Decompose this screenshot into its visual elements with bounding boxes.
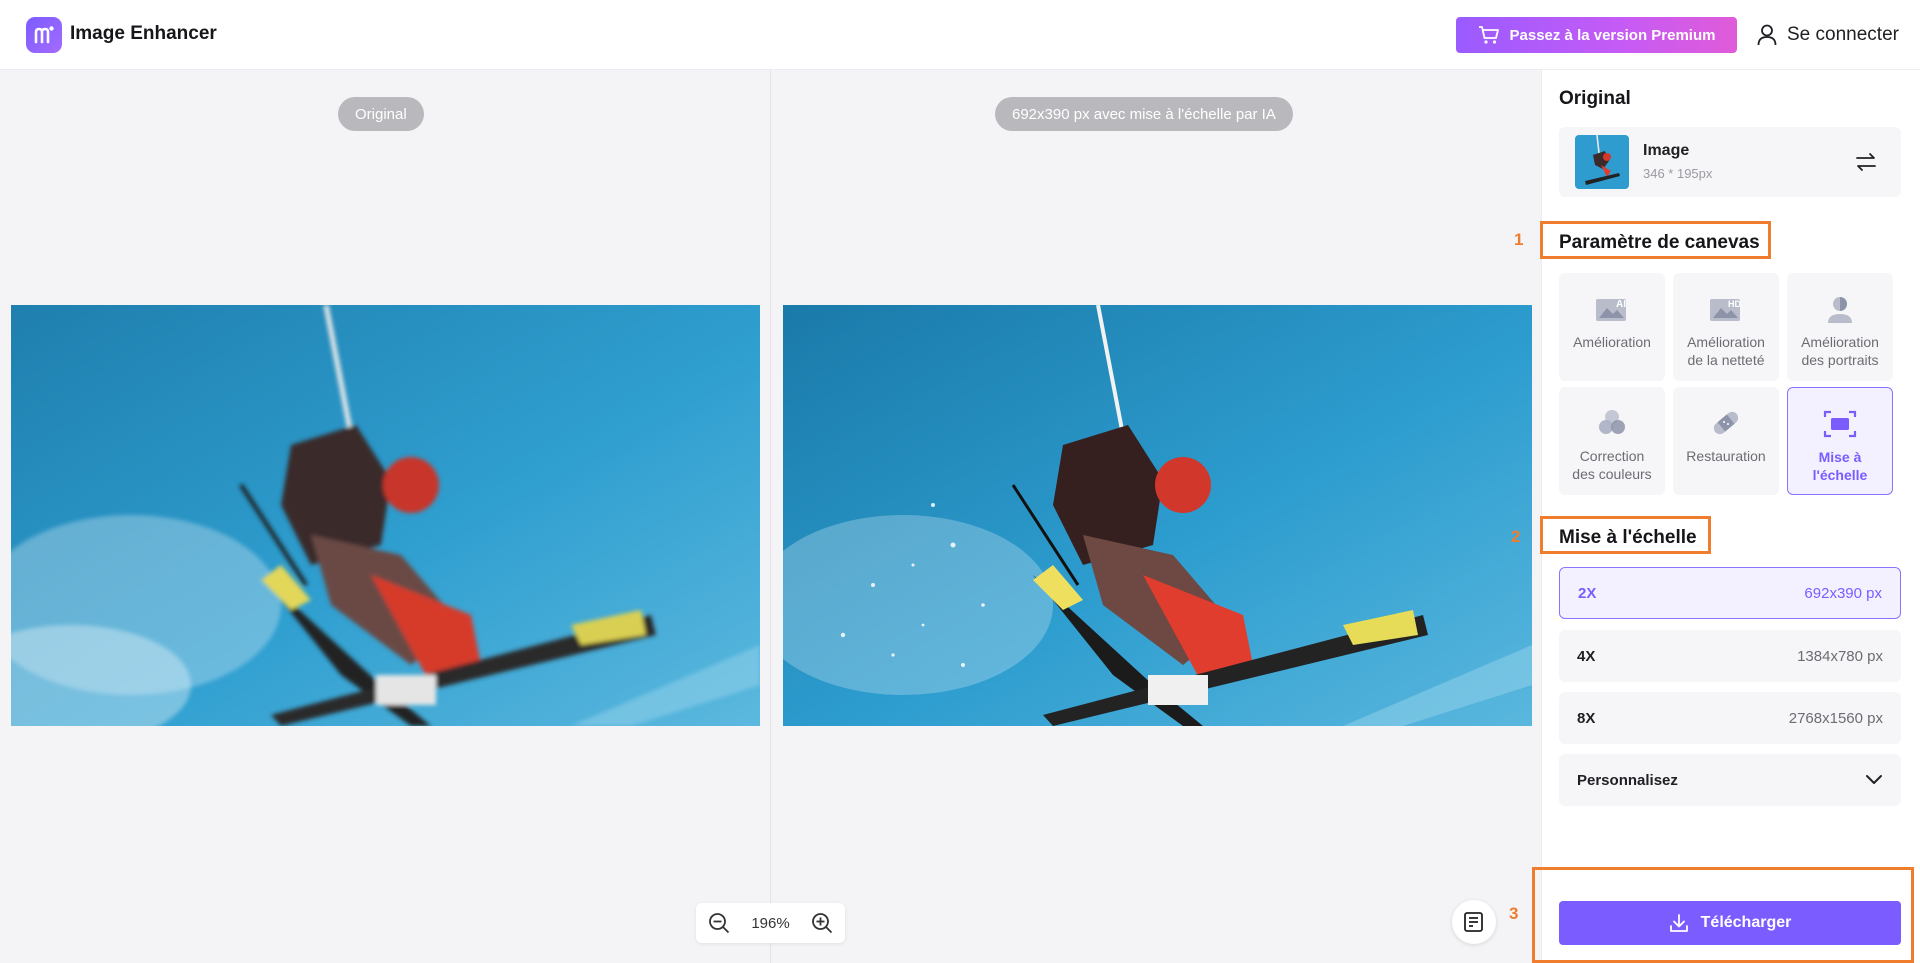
portrait-icon — [1828, 297, 1852, 323]
scale-size: 1384x780 px — [1797, 647, 1883, 665]
feedback-button[interactable] — [1452, 900, 1496, 944]
tool-enhancement[interactable]: AI Amélioration — [1559, 273, 1665, 381]
hd-image-icon: HD — [1710, 299, 1741, 321]
canvas-settings-title: Paramètre de canevas — [1559, 232, 1760, 253]
note-edit-icon — [1464, 912, 1483, 932]
top-bar: Image Enhancer Passez à la version Premi… — [0, 0, 1920, 70]
annotation-number-1: 1 — [1514, 230, 1524, 249]
tool-label: Mise à l'échelle — [1812, 449, 1868, 483]
original-section-title: Original — [1559, 88, 1631, 109]
result-label-pill: 692x390 px avec mise à l'échelle par IA — [995, 97, 1293, 131]
image-thumbnail — [1575, 135, 1629, 189]
tool-color-correction[interactable]: Correction des couleurs — [1559, 387, 1665, 495]
scale-option-custom[interactable]: Personnalisez — [1559, 754, 1901, 806]
upscale-icon — [1823, 410, 1857, 438]
scale-factor: 8X — [1577, 709, 1596, 727]
image-dimensions: 346 * 195px — [1643, 166, 1713, 181]
bandage-icon — [1713, 411, 1739, 435]
color-circles-icon — [1599, 410, 1625, 434]
scale-factor: 4X — [1577, 647, 1596, 665]
login-button[interactable]: Se connecter — [1757, 20, 1899, 50]
replace-image-icon[interactable] — [1853, 149, 1879, 175]
source-image-card: Image 346 * 195px — [1559, 127, 1901, 197]
tool-label: Amélioration des portraits — [1801, 334, 1879, 368]
image-name: Image — [1643, 142, 1690, 159]
tool-upscale[interactable]: Mise à l'échelle — [1787, 387, 1893, 495]
annotation-number-2: 2 — [1511, 527, 1521, 546]
annotation-number-3: 3 — [1509, 904, 1519, 923]
cart-icon — [1478, 26, 1499, 44]
premium-label: Passez à la version Premium — [1509, 26, 1716, 44]
chevron-down-icon — [1866, 775, 1882, 784]
tool-portrait[interactable]: Amélioration des portraits — [1787, 273, 1893, 381]
premium-upgrade-button[interactable]: Passez à la version Premium — [1456, 17, 1737, 53]
download-button[interactable]: Télécharger — [1559, 901, 1901, 945]
app-title: Image Enhancer — [70, 23, 217, 44]
zoom-in-icon[interactable] — [811, 912, 833, 934]
ai-image-icon: AI — [1596, 299, 1626, 321]
zoom-out-icon[interactable] — [708, 912, 730, 934]
svg-text:HD: HD — [1728, 299, 1741, 309]
tool-label: Amélioration — [1573, 334, 1651, 350]
scale-option-8x[interactable]: 8X 2768x1560 px — [1559, 692, 1901, 744]
tool-sharpening[interactable]: HD Amélioration de la netteté — [1673, 273, 1779, 381]
zoom-control: 196% — [696, 903, 845, 943]
original-label-pill: Original — [338, 97, 424, 131]
scale-option-2x[interactable]: 2X 692x390 px — [1559, 567, 1901, 619]
scale-factor: 2X — [1578, 584, 1597, 602]
download-label: Télécharger — [1700, 914, 1792, 931]
tool-label: Amélioration de la netteté — [1687, 334, 1765, 368]
scale-size: 692x390 px — [1804, 584, 1882, 602]
scale-section-title: Mise à l'échelle — [1559, 527, 1697, 548]
original-image — [11, 305, 760, 726]
tool-label: Restauration — [1686, 448, 1766, 464]
tool-label: Correction des couleurs — [1572, 448, 1652, 482]
custom-label: Personnalisez — [1577, 771, 1678, 789]
upscaled-image — [783, 305, 1532, 726]
compare-divider[interactable] — [770, 70, 771, 963]
scale-option-4x[interactable]: 4X 1384x780 px — [1559, 630, 1901, 682]
user-icon — [1757, 24, 1777, 46]
app-logo-icon[interactable] — [26, 17, 62, 53]
login-label: Se connecter — [1787, 24, 1899, 45]
scale-size: 2768x1560 px — [1788, 709, 1883, 727]
tool-restoration[interactable]: Restauration — [1673, 387, 1779, 495]
zoom-value: 196% — [751, 914, 790, 932]
svg-text:AI: AI — [1616, 299, 1626, 310]
download-icon — [1669, 914, 1688, 932]
